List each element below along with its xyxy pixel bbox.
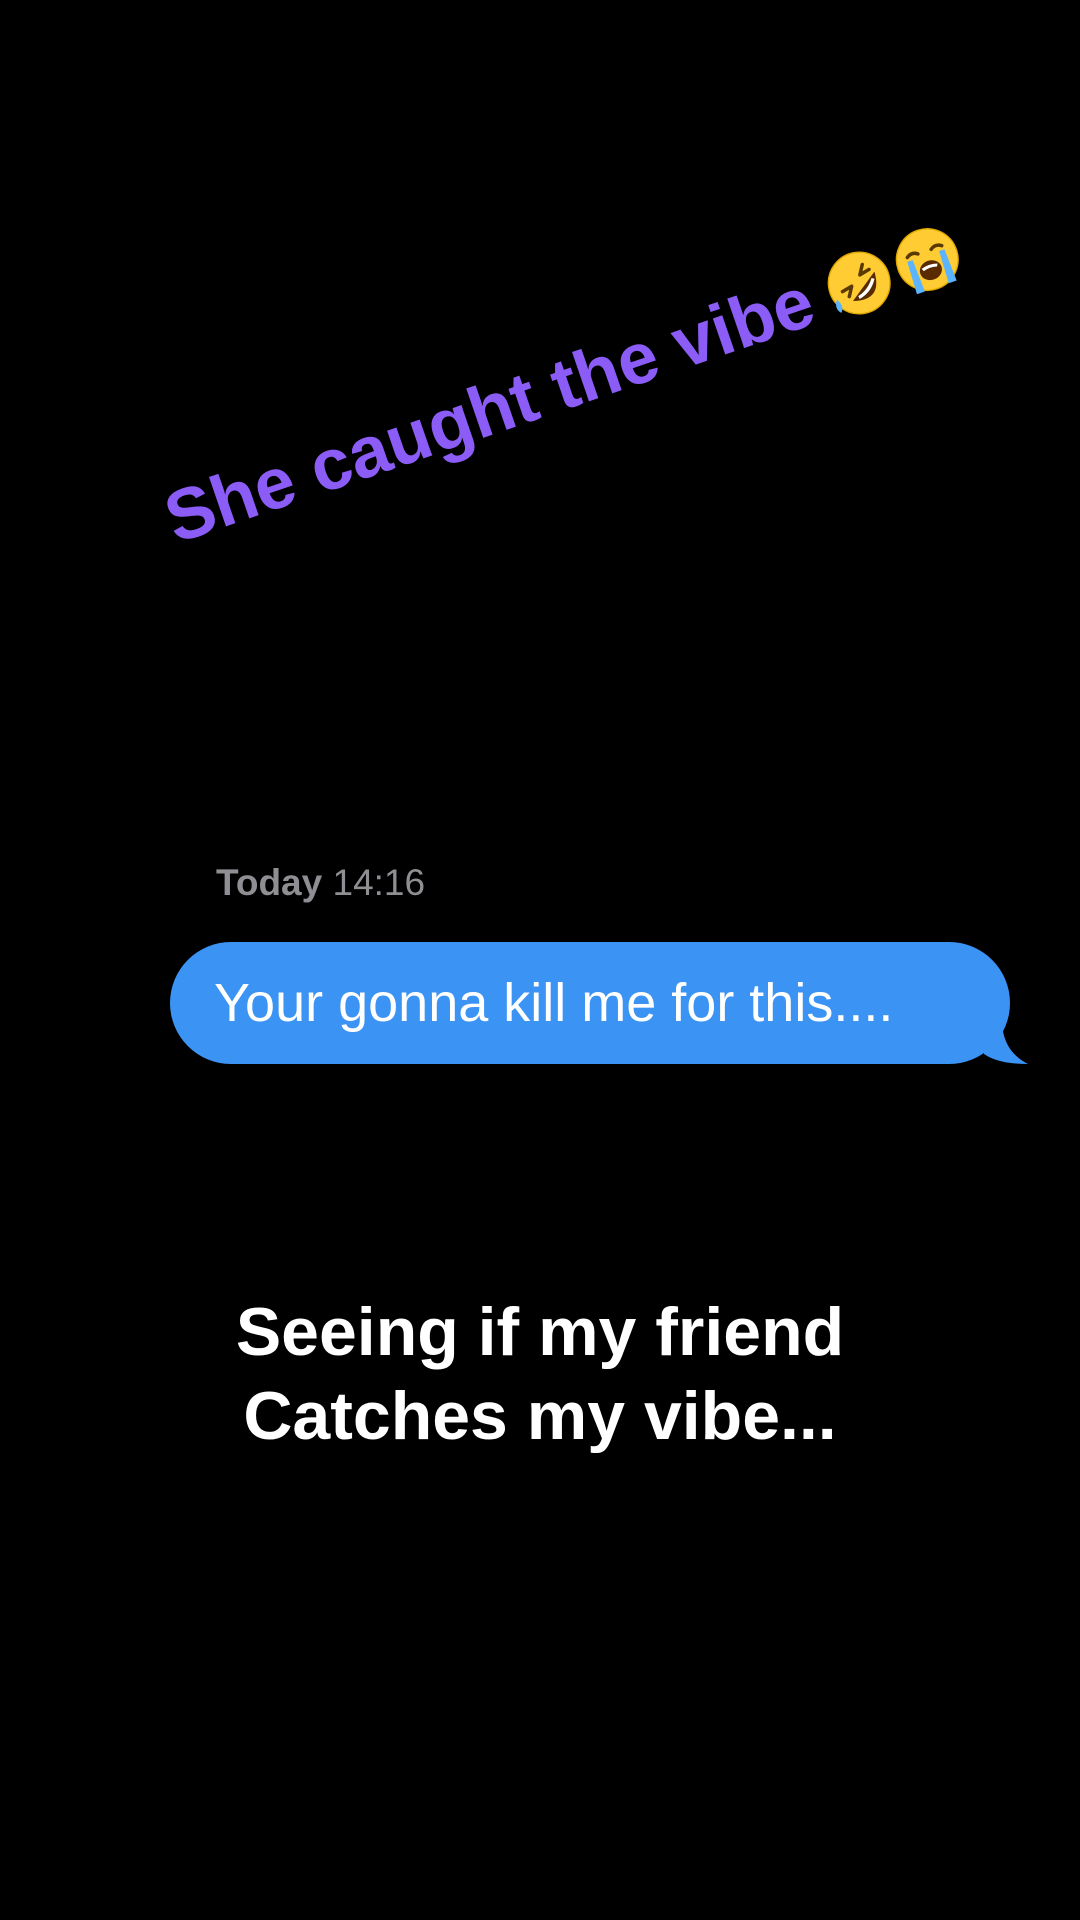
bottom-caption-line-2: Catches my vibe... bbox=[243, 1378, 837, 1454]
timestamp-time: 14:16 bbox=[332, 862, 426, 903]
overlay-caption-text: She caught the vibe bbox=[154, 261, 825, 559]
overlay-emoji-group bbox=[815, 215, 972, 327]
timestamp-day: Today bbox=[216, 862, 323, 903]
message-text: Your gonna kill me for this.... bbox=[214, 973, 894, 1033]
bottom-caption-line-1: Seeing if my friend bbox=[235, 1294, 845, 1370]
message-timestamp: Today 14:16 bbox=[216, 862, 425, 904]
sent-message-bubble[interactable]: Your gonna kill me for this.... bbox=[170, 942, 1028, 1064]
bubble-tail-shape bbox=[984, 1024, 1028, 1064]
overlay-caption: She caught the vibe bbox=[155, 209, 974, 559]
bottom-caption: Seeing if my friend Catches my vibe... bbox=[0, 1290, 1080, 1458]
